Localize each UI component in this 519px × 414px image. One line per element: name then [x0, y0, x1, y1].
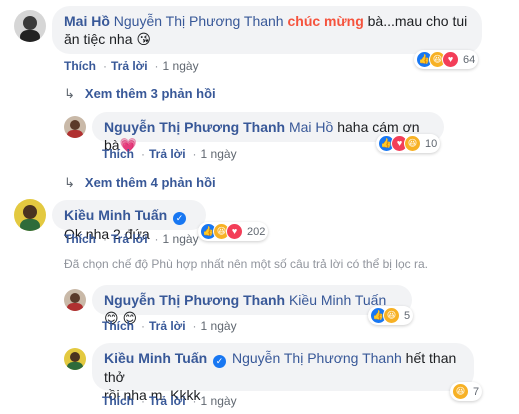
timestamp[interactable]: 1 ngày	[201, 319, 237, 333]
kiss-emoji-icon: 😘	[136, 31, 151, 47]
haha-icon: 😆	[452, 383, 469, 400]
reply-author[interactable]: Kiều Minh Tuấn	[104, 350, 207, 366]
comment-bubble: Mai Hồ Nguyễn Thị Phương Thanh chúc mừng…	[52, 6, 482, 54]
reaction-count: 64	[463, 53, 476, 66]
reply-mention[interactable]: Nguyễn Thị Phương Thanh	[232, 350, 402, 366]
timestamp[interactable]: 1 ngày	[163, 232, 199, 246]
haha-icon: 😆	[383, 307, 400, 324]
comment-author[interactable]: Kiều Minh Tuấn	[64, 207, 167, 223]
reply-arrow-icon: ↳	[64, 175, 75, 190]
haha-icon: 😆	[404, 135, 421, 152]
reactions-summary[interactable]: 👍 😆 ♥ 202	[198, 222, 269, 241]
avatar-image	[14, 199, 46, 231]
filter-notice: Đã chọn chế độ Phù hợp nhất nên một số c…	[64, 257, 428, 271]
reply-button[interactable]: Trả lời	[111, 232, 148, 246]
reaction-count: 10	[425, 137, 438, 150]
reply-button[interactable]: Trả lời	[149, 147, 186, 161]
like-button[interactable]: Thích	[102, 147, 134, 161]
comment-author[interactable]: Mai Hồ	[64, 13, 110, 29]
avatar[interactable]	[64, 289, 86, 311]
reply-button[interactable]: Trả lời	[111, 59, 148, 73]
reaction-count: 7	[473, 385, 480, 398]
reaction-count: 5	[404, 309, 411, 322]
view-more-label: Xem thêm 4 phản hồi	[84, 175, 216, 190]
reply-actions: Thích · Trả lời · 1 ngày	[102, 394, 237, 408]
view-more-replies[interactable]: ↳ Xem thêm 4 phản hồi	[64, 175, 216, 191]
reply-button[interactable]: Trả lời	[149, 394, 186, 408]
reply-bubble: Nguyễn Thị Phương Thanh Kiều Minh Tuấn 😊…	[92, 285, 412, 326]
timestamp[interactable]: 1 ngày	[163, 59, 199, 73]
avatar[interactable]	[64, 348, 86, 370]
reply-actions: Thích · Trả lời · 1 ngày	[102, 319, 237, 333]
reply-author[interactable]: Nguyễn Thị Phương Thanh	[104, 292, 285, 308]
reply-arrow-icon: ↳	[64, 86, 75, 101]
verified-badge-icon: ✓	[213, 355, 227, 368]
reply-button[interactable]: Trả lời	[149, 319, 186, 333]
avatar-image	[14, 10, 46, 42]
comment-actions: Thích · Trả lời · 1 ngày	[64, 59, 199, 73]
reply-mention[interactable]: Mai Hồ	[289, 119, 333, 135]
timestamp[interactable]: 1 ngày	[201, 147, 237, 161]
verified-badge-icon: ✓	[173, 212, 187, 225]
comment-mention[interactable]: Nguyễn Thị Phương Thanh	[114, 13, 284, 29]
avatar[interactable]	[64, 116, 86, 138]
avatar[interactable]	[14, 199, 46, 231]
view-more-label: Xem thêm 3 phản hồi	[84, 86, 216, 101]
reply-bubble: Kiều Minh Tuấn ✓ Nguyễn Thị Phương Thanh…	[92, 343, 474, 403]
comment-bubble: Kiều Minh Tuấn ✓ Ok nha 2 đứa	[52, 200, 206, 242]
reactions-summary[interactable]: 👍 😆 5	[368, 306, 414, 325]
like-button[interactable]: Thích	[64, 59, 96, 73]
comment-actions: Thích · Trả lời · 1 ngày	[64, 232, 199, 246]
love-icon: ♥	[226, 223, 243, 240]
avatar-image	[64, 348, 86, 370]
reply-actions: Thích · Trả lời · 1 ngày	[102, 147, 237, 161]
reply-author[interactable]: Nguyễn Thị Phương Thanh	[104, 119, 285, 135]
timestamp[interactable]: 1 ngày	[201, 394, 237, 408]
like-button[interactable]: Thích	[64, 232, 96, 246]
highlight-text: chúc mừng	[287, 13, 364, 29]
avatar-image	[64, 289, 86, 311]
avatar-image	[64, 116, 86, 138]
view-more-replies[interactable]: ↳ Xem thêm 3 phản hồi	[64, 86, 216, 102]
like-button[interactable]: Thích	[102, 394, 134, 408]
love-icon: ♥	[442, 51, 459, 68]
reply-mention[interactable]: Kiều Minh Tuấn	[289, 292, 386, 308]
reaction-count: 202	[247, 225, 266, 238]
like-button[interactable]: Thích	[102, 319, 134, 333]
reactions-summary[interactable]: 😆 7	[450, 382, 483, 401]
avatar[interactable]	[14, 10, 46, 42]
reactions-summary[interactable]: 👍 😆 ♥ 64	[414, 50, 479, 69]
reactions-summary[interactable]: 👍 ♥ 😆 10	[376, 134, 441, 153]
